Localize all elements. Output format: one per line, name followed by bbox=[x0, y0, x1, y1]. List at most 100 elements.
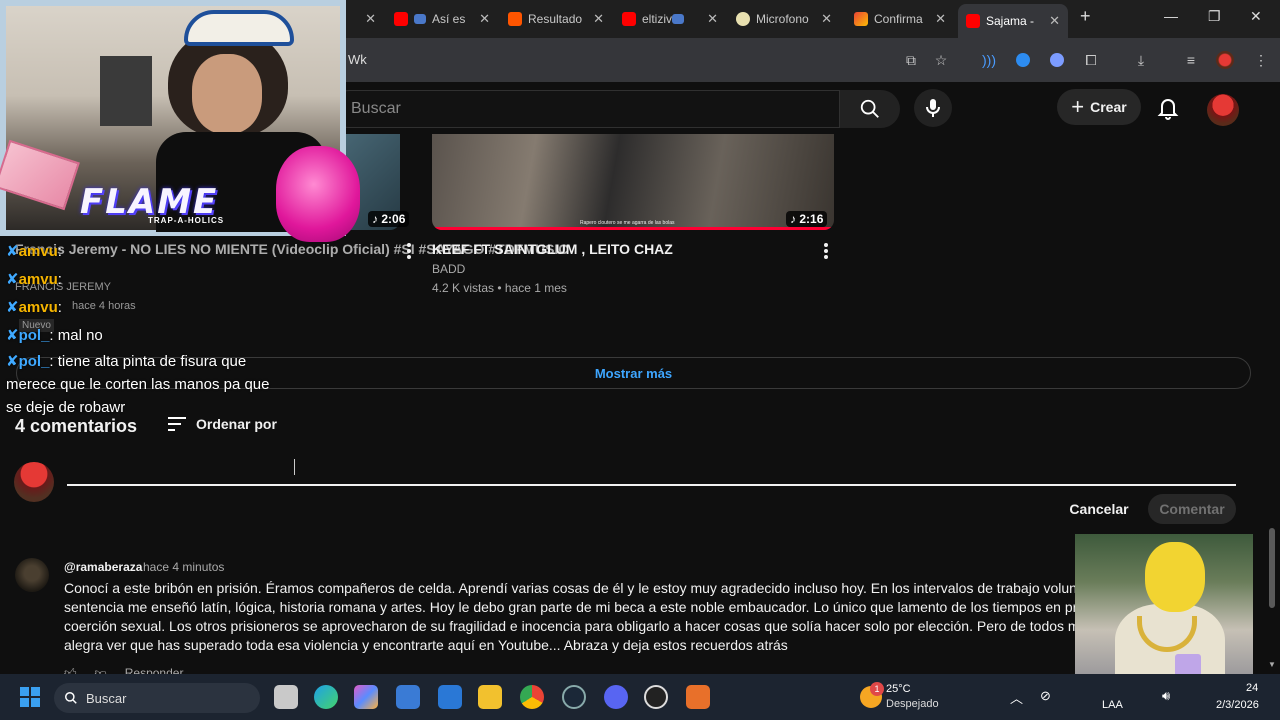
video-options-menu[interactable] bbox=[407, 243, 411, 259]
language-indicator[interactable]: LAA bbox=[1102, 699, 1123, 711]
new-tab-button[interactable]: + bbox=[1080, 6, 1091, 27]
homer-head bbox=[1145, 542, 1205, 612]
close-tab-icon[interactable]: ✕ bbox=[593, 11, 604, 27]
volume-icon[interactable]: 🔊︎ bbox=[1162, 688, 1170, 704]
homer-sticker-overlay bbox=[1075, 534, 1253, 694]
profile-avatar-icon[interactable] bbox=[1216, 51, 1234, 69]
close-tab-icon[interactable]: ✕ bbox=[1049, 13, 1060, 29]
edge-icon[interactable] bbox=[314, 685, 338, 709]
chat-message: ✘amvu: bbox=[6, 270, 62, 288]
steam-icon[interactable] bbox=[562, 685, 586, 709]
install-app-icon[interactable]: ⧉ bbox=[902, 51, 920, 69]
video-title[interactable]: KEEF FT SAINTGLUM , LEITO CHAZ bbox=[432, 241, 673, 257]
url-field[interactable]: Wk bbox=[348, 52, 367, 67]
obs-icon[interactable] bbox=[644, 685, 668, 709]
extension-audio-icon[interactable]: ))) bbox=[980, 51, 998, 69]
video-meta: 4.2 K vistas • hace 1 mes bbox=[432, 281, 567, 295]
search-button[interactable] bbox=[840, 90, 900, 128]
chat-message: ✘amvu: bbox=[6, 242, 62, 260]
media-controls-icon[interactable]: ≡ bbox=[1182, 51, 1200, 69]
cast-icon bbox=[414, 14, 426, 24]
fl-studio-icon[interactable] bbox=[686, 685, 710, 709]
pin-icon: ✘ bbox=[6, 327, 19, 344]
task-view-icon[interactable] bbox=[274, 685, 298, 709]
outlook-icon[interactable] bbox=[438, 685, 462, 709]
tab-gmail[interactable]: Confirma ✕ bbox=[846, 6, 954, 32]
chat-user: amvu bbox=[18, 243, 58, 260]
cast-icon bbox=[672, 14, 684, 24]
browser-menu-icon[interactable]: ⋮ bbox=[1252, 51, 1270, 69]
close-window-icon[interactable]: ✕ bbox=[1250, 8, 1262, 25]
cancel-button[interactable]: Cancelar bbox=[1064, 497, 1134, 521]
add-comment-input[interactable] bbox=[67, 470, 1236, 486]
chrome-icon[interactable] bbox=[520, 685, 544, 709]
video-thumbnail[interactable]: Rapero cloutero se me agarra de las bola… bbox=[432, 134, 834, 230]
tray-chevron-up-icon[interactable]: ︿ bbox=[1010, 688, 1023, 707]
chat-message: ✘amvu: bbox=[6, 298, 62, 316]
duration-badge: ♪ 2:16 bbox=[786, 211, 828, 227]
microphone-icon bbox=[926, 99, 940, 117]
tab-stream[interactable]: ✕ bbox=[348, 6, 384, 32]
file-explorer-icon[interactable] bbox=[478, 685, 502, 709]
tab-microfono[interactable]: Microfono ✕ bbox=[728, 6, 840, 32]
chat-message: ✘pol_: tiene alta pinta de fisura que me… bbox=[6, 350, 276, 419]
store-icon[interactable] bbox=[396, 685, 420, 709]
youtube-icon bbox=[622, 12, 636, 26]
youtube-icon bbox=[966, 14, 980, 28]
taskbar-search[interactable]: Buscar bbox=[54, 683, 260, 713]
scrollbar-thumb[interactable] bbox=[1269, 528, 1275, 608]
page-scrollbar[interactable]: ▼ bbox=[1266, 520, 1278, 674]
soundcloud-icon bbox=[508, 12, 522, 26]
tab-youtube-1[interactable]: Así es ✕ bbox=[386, 6, 498, 32]
comment-author[interactable]: @ramaberaza bbox=[64, 560, 142, 574]
pin-icon: ✘ bbox=[6, 353, 19, 370]
tab-soundcloud[interactable]: Resultado ✕ bbox=[500, 6, 612, 32]
chat-message: ✘pol_: mal no bbox=[6, 326, 103, 344]
close-tab-icon[interactable]: ✕ bbox=[707, 11, 718, 27]
close-tab-icon[interactable]: ✕ bbox=[935, 11, 946, 27]
account-avatar[interactable] bbox=[1207, 94, 1239, 126]
download-icon[interactable]: ⤓ bbox=[1132, 51, 1150, 69]
channel-name[interactable]: BADD bbox=[432, 262, 465, 276]
youtube-icon bbox=[394, 12, 408, 26]
discord-icon[interactable] bbox=[604, 685, 628, 709]
copilot-icon[interactable] bbox=[354, 685, 378, 709]
commenter-avatar[interactable] bbox=[15, 558, 49, 592]
scroll-down-arrow-icon[interactable]: ▼ bbox=[1268, 660, 1276, 669]
network-off-icon[interactable]: ⊘ bbox=[1040, 688, 1051, 704]
tab-label: Resultado bbox=[528, 12, 582, 26]
tab-youtube-2[interactable]: eltiziv ✕ bbox=[614, 6, 726, 32]
pin-icon: ✘ bbox=[6, 299, 19, 316]
comment-time[interactable]: hace 4 minutos bbox=[143, 560, 224, 574]
chat-text: : bbox=[57, 271, 62, 288]
search-input[interactable]: Buscar bbox=[330, 90, 840, 128]
close-tab-icon[interactable]: ✕ bbox=[479, 11, 490, 27]
windows-taskbar: Buscar 1 25°C Despejado ︿ ⊘ LAA 🔊︎ 24 2/… bbox=[0, 674, 1280, 720]
chat-text: : mal no bbox=[49, 327, 103, 344]
bookmark-star-icon[interactable]: ☆ bbox=[932, 51, 950, 69]
voice-search-button[interactable] bbox=[914, 89, 952, 127]
create-button[interactable]: + Crear bbox=[1057, 89, 1141, 125]
lens-extension-icon[interactable] bbox=[1050, 53, 1064, 67]
shazam-icon[interactable] bbox=[1016, 53, 1030, 67]
clock-date[interactable]: 2/3/2026 bbox=[1216, 699, 1259, 711]
close-tab-icon[interactable]: ✕ bbox=[821, 11, 832, 27]
weather-widget[interactable]: 1 25°C Despejado bbox=[858, 682, 968, 714]
notifications-bell-icon[interactable] bbox=[1156, 96, 1180, 120]
stream-chat-overlay: ✘amvu: ✘amvu: ✘amvu: ✘pol_: mal no ✘pol_… bbox=[0, 238, 280, 418]
minimize-icon[interactable]: — bbox=[1164, 8, 1178, 24]
video-options-menu[interactable] bbox=[824, 243, 828, 259]
clock-time[interactable]: 24 bbox=[1246, 682, 1258, 694]
comment-text-line: Conocí a este bribón en prisión. Éramos … bbox=[64, 580, 1076, 596]
streamer-cap bbox=[184, 10, 294, 46]
comments-count: 4 comentarios bbox=[15, 416, 138, 436]
duration-badge: ♪ 2:06 bbox=[368, 211, 410, 227]
submit-comment-button[interactable]: Comentar bbox=[1148, 494, 1236, 524]
close-tab-icon[interactable]: ✕ bbox=[365, 11, 376, 27]
gmail-icon bbox=[854, 12, 868, 26]
thumbnail-caption: Rapero cloutero se me agarra de las bola… bbox=[580, 220, 675, 226]
windows-start-icon[interactable] bbox=[20, 687, 40, 707]
tab-sajama-active[interactable]: Sajama - ✕ bbox=[958, 4, 1068, 38]
maximize-icon[interactable]: ❐ bbox=[1208, 8, 1221, 25]
extensions-puzzle-icon[interactable]: ⧠ bbox=[1082, 51, 1100, 69]
